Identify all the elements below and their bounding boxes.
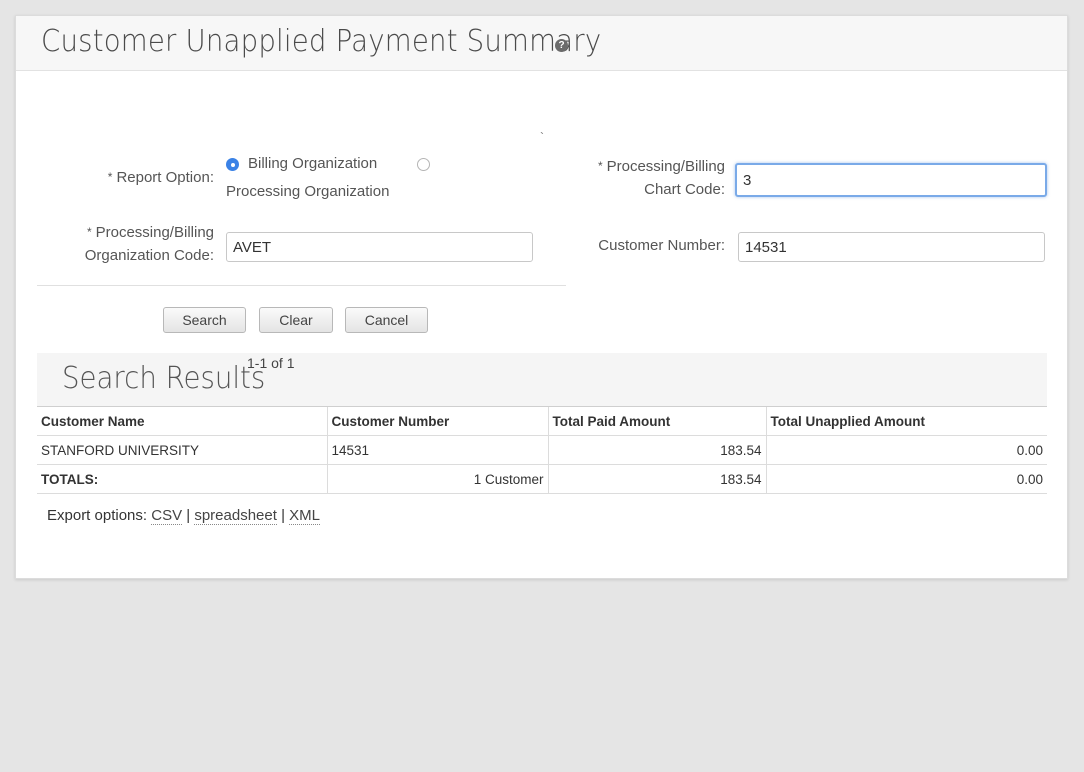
results-pager: 1-1 of 1 (247, 355, 295, 371)
column-header-customer-name[interactable]: Customer Name (37, 406, 327, 436)
radio-processing-organization[interactable] (417, 158, 430, 171)
table-row: STANFORD UNIVERSITY 14531 183.54 0.00 (37, 435, 1047, 465)
stray-mark: ` (540, 130, 544, 144)
export-separator: | (186, 507, 191, 524)
export-spreadsheet-link[interactable]: spreadsheet (194, 507, 277, 525)
chart-code-label-line2: Chart Code: (644, 181, 725, 198)
required-marker: * (107, 170, 113, 184)
report-option-label-text: Report Option: (116, 169, 214, 186)
cell-customer-name: STANFORD UNIVERSITY (37, 435, 327, 465)
help-icon[interactable]: ? (555, 39, 568, 52)
cell-total-paid: 183.54 (547, 435, 766, 465)
required-marker: * (86, 225, 92, 239)
chart-code-input[interactable] (735, 163, 1047, 197)
main-panel: Customer Unapplied Payment Summary ? ` *… (15, 15, 1068, 579)
export-xml-link[interactable]: XML (289, 507, 320, 525)
form-divider (37, 285, 566, 286)
cell-customer-number: 14531 (326, 435, 548, 465)
org-code-label-line1: Processing/Billing (95, 224, 214, 241)
export-label: Export options: (47, 507, 148, 524)
cell-total-unapplied: 0.00 (765, 435, 1047, 465)
org-code-label: * Processing/Billing Organization Code: (46, 221, 214, 267)
results-table: Customer Name Customer Number Total Paid… (37, 406, 1047, 494)
customer-number-label: Customer Number: (598, 237, 725, 254)
totals-customers: 1 Customer (326, 464, 548, 494)
table-header-row: Customer Name Customer Number Total Paid… (37, 406, 1047, 436)
column-header-customer-number[interactable]: Customer Number (326, 406, 548, 436)
totals-total-unapplied: 0.00 (765, 464, 1047, 494)
radio-billing-organization-label[interactable]: Billing Organization (248, 155, 377, 172)
page-title: Customer Unapplied Payment Summary (41, 24, 602, 59)
chart-code-label: * Processing/Billing Chart Code: (556, 155, 725, 201)
search-button[interactable]: Search (163, 307, 246, 333)
customer-number-input[interactable] (738, 232, 1045, 262)
export-separator: | (281, 507, 285, 524)
column-header-total-unapplied[interactable]: Total Unapplied Amount (765, 406, 1047, 436)
export-options: Export options: CSV | spreadsheet | XML (47, 507, 320, 525)
totals-label: TOTALS: (37, 464, 327, 494)
cancel-button[interactable]: Cancel (345, 307, 428, 333)
totals-total-paid: 183.54 (547, 464, 766, 494)
totals-row: TOTALS: 1 Customer 183.54 0.00 (37, 464, 1047, 494)
radio-billing-organization[interactable] (226, 158, 239, 171)
report-option-label: * Report Option: (76, 166, 214, 189)
column-header-total-paid[interactable]: Total Paid Amount (547, 406, 766, 436)
export-csv-link[interactable]: CSV (151, 507, 183, 525)
org-code-label-line2: Organization Code: (84, 247, 214, 264)
clear-button[interactable]: Clear (259, 307, 333, 333)
required-marker: * (597, 159, 603, 173)
results-header: Search Results 1-1 of 1 (37, 353, 1047, 407)
results-title: Search Results (62, 361, 266, 396)
page-header: Customer Unapplied Payment Summary ? (16, 16, 1067, 71)
chart-code-label-line1: Processing/Billing (606, 158, 725, 175)
org-code-input[interactable] (226, 232, 533, 262)
radio-processing-organization-label[interactable]: Processing Organization (226, 183, 389, 200)
